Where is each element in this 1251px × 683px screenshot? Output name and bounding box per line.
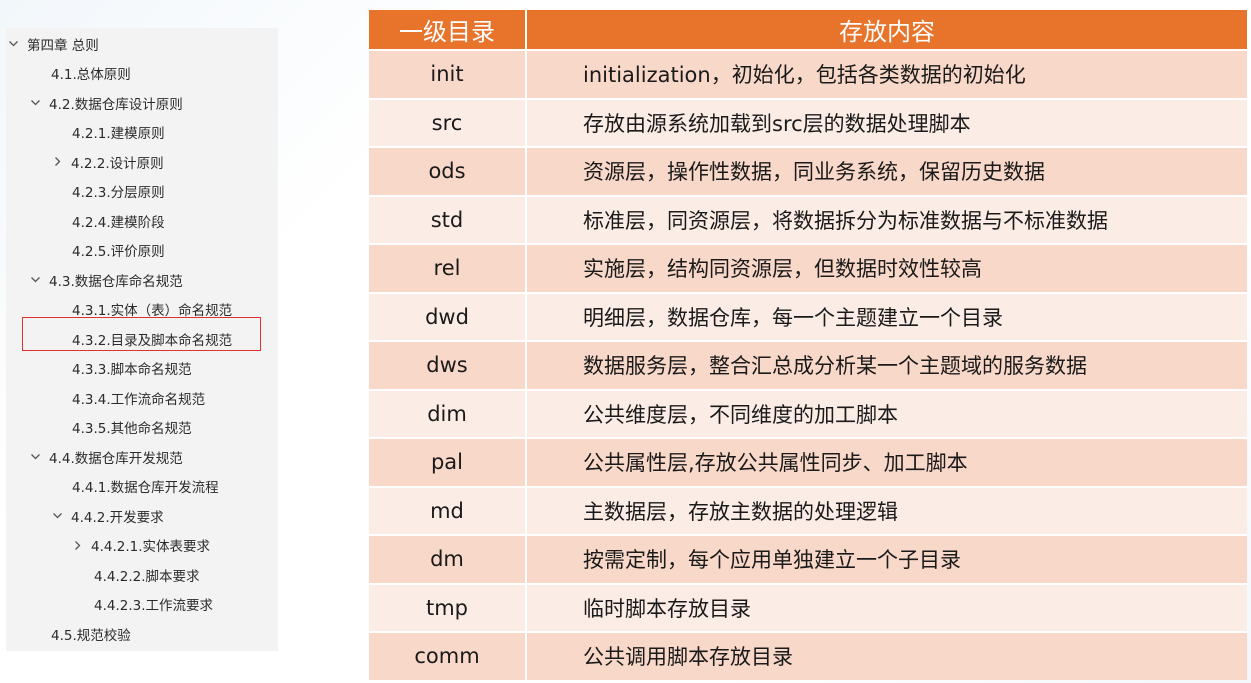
table-row: dm 按需定制，每个应用单独建立一个子目录 — [369, 534, 1247, 583]
tree-item-4-4-1[interactable]: 4.4.1.数据仓库开发流程 — [6, 472, 344, 502]
tree-item-label: 4.4.2.1.实体表要求 — [91, 539, 211, 556]
table-row: ods 资源层，操作性数据，同业务系统，保留历史数据 — [369, 146, 1247, 195]
tree-item-label: 4.3.1.实体（表）命名规范 — [72, 303, 233, 320]
content-cell: initialization，初始化，包括各类数据的初始化 — [527, 49, 1247, 98]
directory-cell: init — [369, 49, 527, 98]
table-row: md 主数据层，存放主数据的处理逻辑 — [369, 485, 1247, 534]
tree-item-label: 4.3.2.目录及脚本命名规范 — [72, 332, 233, 349]
directory-cell: dws — [369, 340, 527, 389]
tree-item-label: 4.1.总体原则 — [51, 67, 131, 84]
table-row: rel 实施层，结构同资源层，但数据时效性较高 — [369, 243, 1247, 292]
content-cell: 临时脚本存放目录 — [527, 582, 1247, 631]
tree-item-4-4-2[interactable]: 4.4.2.开发要求 — [6, 501, 324, 531]
tree-item-label: 4.4.2.2.脚本要求 — [94, 568, 200, 585]
tree-item-chapter-4[interactable]: 第四章 总则 — [6, 29, 280, 59]
content-cell: 主数据层，存放主数据的处理逻辑 — [527, 485, 1247, 534]
tree-item-label: 4.2.2.设计原则 — [71, 155, 164, 172]
directory-cell: rel — [369, 243, 527, 292]
directory-cell: src — [369, 97, 527, 146]
tree-item-4-2-4[interactable]: 4.2.4.建模阶段 — [6, 206, 344, 236]
directory-cell: tmp — [369, 582, 527, 631]
tree-item-4-3-3[interactable]: 4.3.3.脚本命名规范 — [6, 354, 344, 384]
directory-cell: pal — [369, 437, 527, 486]
tree-item-label: 4.4.数据仓库开发规范 — [49, 450, 183, 467]
tree-item-4-4-2-3[interactable]: 4.4.2.3.工作流要求 — [6, 590, 366, 620]
content-cell: 数据服务层，整合汇总成分析某一个主题域的服务数据 — [527, 340, 1247, 389]
directory-cell: md — [369, 485, 527, 534]
tree-item-label: 4.2.3.分层原则 — [72, 185, 165, 202]
directory-cell: ods — [369, 146, 527, 195]
tree-item-4-3-5[interactable]: 4.3.5.其他命名规范 — [6, 413, 344, 443]
tree-item-4-4[interactable]: 4.4.数据仓库开发规范 — [6, 442, 302, 472]
directory-cell: dwd — [369, 291, 527, 340]
tree-item-4-2[interactable]: 4.2.数据仓库设计原则 — [6, 88, 302, 118]
content-cell: 存放由源系统加载到src层的数据处理脚本 — [527, 97, 1247, 146]
tree-item-4-4-2-1[interactable]: 4.4.2.1.实体表要求 — [6, 531, 344, 561]
tree-item-label: 4.5.规范校验 — [51, 627, 131, 644]
chevron-down-icon[interactable] — [8, 38, 22, 49]
table-header-row: 一级目录 存放内容 — [369, 10, 1247, 49]
directory-cell: comm — [369, 631, 527, 680]
header-content: 存放内容 — [527, 10, 1247, 49]
header-directory: 一级目录 — [369, 10, 527, 49]
tree-item-label: 4.4.2.开发要求 — [71, 509, 164, 526]
content-cell: 公共维度层，不同维度的加工脚本 — [527, 388, 1247, 437]
table-row: std 标准层，同资源层，将数据拆分为标准数据与不标准数据 — [369, 194, 1247, 243]
tree-item-4-2-2[interactable]: 4.2.2.设计原则 — [6, 147, 324, 177]
directory-cell: dim — [369, 388, 527, 437]
tree-item-4-3-1[interactable]: 4.3.1.实体（表）命名规范 — [6, 295, 344, 325]
tree-item-label: 4.2.5.评价原则 — [72, 244, 165, 261]
content-cell: 按需定制，每个应用单独建立一个子目录 — [527, 534, 1247, 583]
content-cell: 公共调用脚本存放目录 — [527, 631, 1247, 680]
content-cell: 公共属性层,存放公共属性同步、加工脚本 — [527, 437, 1247, 486]
table-row: tmp 临时脚本存放目录 — [369, 582, 1247, 631]
tree-item-4-3-4[interactable]: 4.3.4.工作流命名规范 — [6, 383, 344, 413]
tree-item-label: 4.3.4.工作流命名规范 — [72, 391, 206, 408]
directory-cell: dm — [369, 534, 527, 583]
content-cell: 资源层，操作性数据，同业务系统，保留历史数据 — [527, 146, 1247, 195]
table-row: pal 公共属性层,存放公共属性同步、加工脚本 — [369, 437, 1247, 486]
tree-item-4-3[interactable]: 4.3.数据仓库命名规范 — [6, 265, 302, 295]
table-row: init initialization，初始化，包括各类数据的初始化 — [369, 49, 1247, 98]
tree-item-label: 4.2.4.建模阶段 — [72, 214, 165, 231]
tree-item-4-1[interactable]: 4.1.总体原则 — [6, 59, 323, 89]
table-row: comm 公共调用脚本存放目录 — [369, 631, 1247, 680]
tree-item-4-5[interactable]: 4.5.规范校验 — [6, 619, 323, 649]
tree-item-label: 4.3.3.脚本命名规范 — [72, 362, 192, 379]
chevron-right-icon[interactable] — [72, 540, 86, 551]
tree-item-4-2-3[interactable]: 4.2.3.分层原则 — [6, 177, 344, 207]
directory-table: 一级目录 存放内容 init initialization，初始化，包括各类数据的… — [369, 10, 1247, 680]
content-cell: 明细层，数据仓库，每一个主题建立一个目录 — [527, 291, 1247, 340]
chevron-down-icon[interactable] — [30, 274, 44, 285]
content-cell: 实施层，结构同资源层，但数据时效性较高 — [527, 243, 1247, 292]
tree-item-label: 4.4.2.3.工作流要求 — [94, 598, 214, 615]
table-row: src 存放由源系统加载到src层的数据处理脚本 — [369, 97, 1247, 146]
tree-item-4-2-1[interactable]: 4.2.1.建模原则 — [6, 118, 344, 148]
tree-item-label: 第四章 总则 — [27, 37, 99, 54]
table-row: dwd 明细层，数据仓库，每一个主题建立一个目录 — [369, 291, 1247, 340]
tree-item-label: 4.2.数据仓库设计原则 — [49, 96, 183, 113]
tree-item-4-3-2[interactable]: 4.3.2.目录及脚本命名规范 — [6, 324, 344, 354]
tree-item-4-2-5[interactable]: 4.2.5.评价原则 — [6, 236, 344, 266]
chevron-down-icon[interactable] — [52, 510, 66, 521]
chevron-down-icon[interactable] — [30, 97, 44, 108]
outline-tree: 第四章 总则 4.1.总体原则 4.2.数据仓库设计原则 4.2.1.建模原则 … — [6, 28, 278, 651]
tree-item-label: 4.3.数据仓库命名规范 — [49, 273, 183, 290]
directory-cell: std — [369, 194, 527, 243]
tree-item-label: 4.3.5.其他命名规范 — [72, 421, 192, 438]
tree-item-label: 4.4.1.数据仓库开发流程 — [72, 480, 219, 497]
tree-item-4-4-2-2[interactable]: 4.4.2.2.脚本要求 — [6, 560, 366, 590]
table-row: dws 数据服务层，整合汇总成分析某一个主题域的服务数据 — [369, 340, 1247, 389]
table-row: dim 公共维度层，不同维度的加工脚本 — [369, 388, 1247, 437]
chevron-right-icon[interactable] — [52, 156, 66, 167]
content-cell: 标准层，同资源层，将数据拆分为标准数据与不标准数据 — [527, 194, 1247, 243]
tree-item-label: 4.2.1.建模原则 — [72, 126, 165, 143]
chevron-down-icon[interactable] — [30, 451, 44, 462]
